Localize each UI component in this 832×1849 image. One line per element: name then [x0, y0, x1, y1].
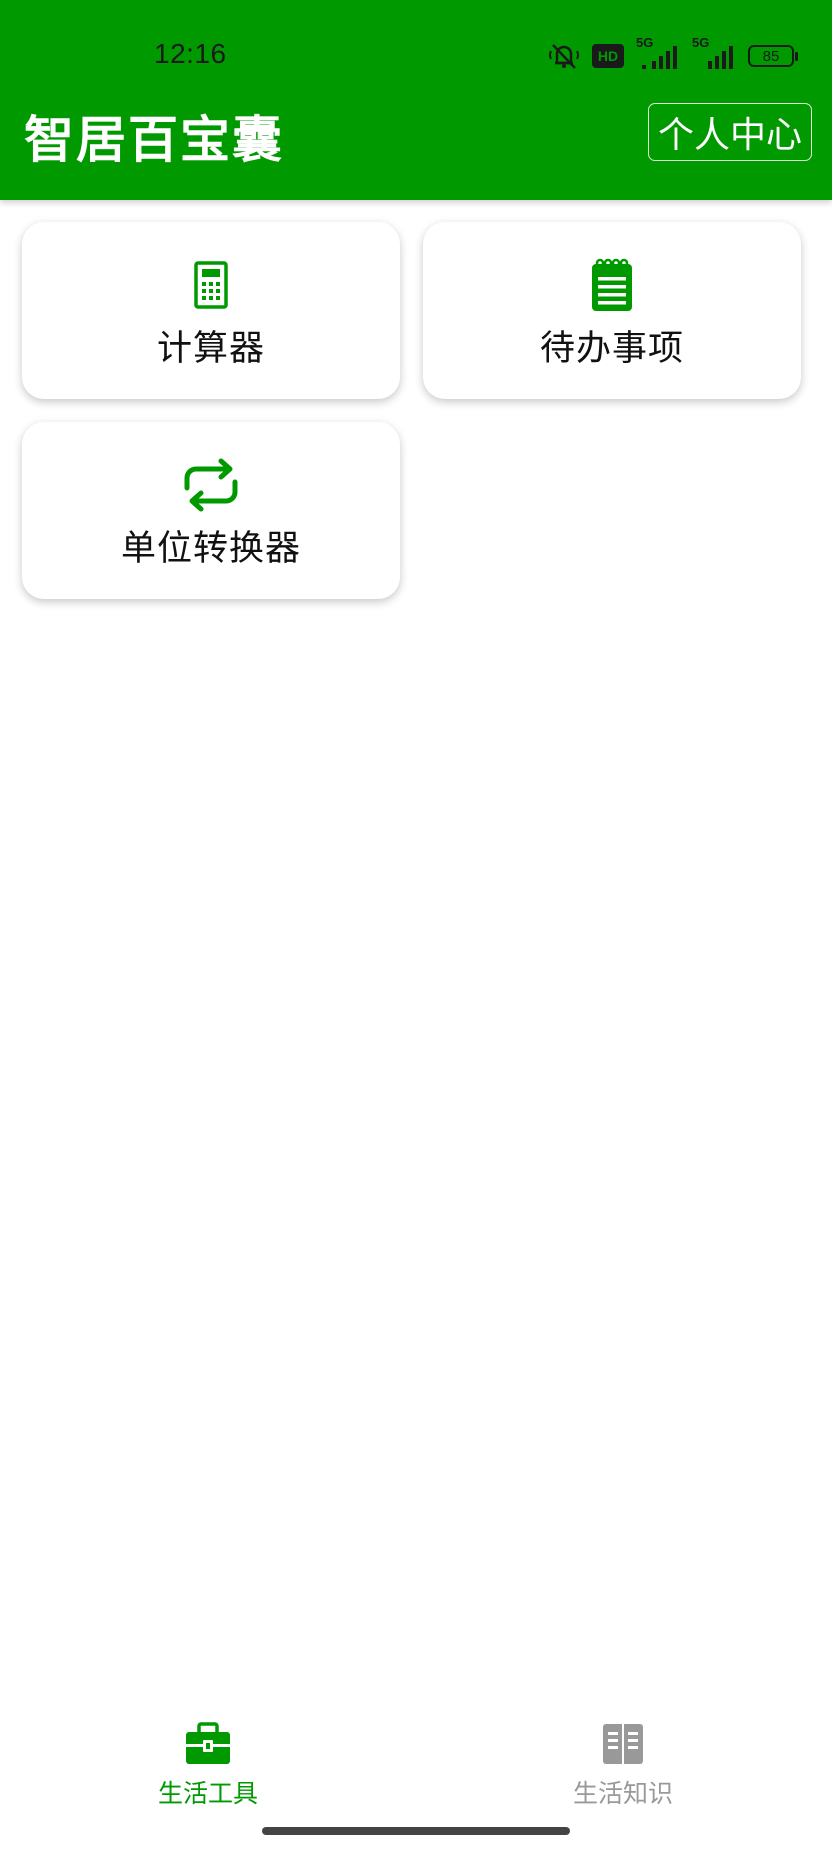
todo-card[interactable]: 待办事项	[423, 222, 801, 399]
notepad-icon	[591, 258, 633, 312]
status-time: 12:16	[154, 38, 227, 69]
nav-item-life-tools[interactable]: 生活工具	[108, 1722, 308, 1810]
todo-label: 待办事项	[539, 329, 684, 369]
signal-5g-icon: 5G	[692, 35, 736, 71]
nav-item-life-knowledge[interactable]: 生活知识	[523, 1722, 723, 1810]
nav-label-life-knowledge: 生活知识	[572, 1779, 673, 1808]
hd-badge: HD	[592, 44, 624, 68]
repeat-arrows-icon	[183, 458, 239, 512]
unit-converter-card[interactable]: 单位转换器	[22, 422, 400, 599]
calculator-icon	[194, 258, 228, 312]
toolbox-icon	[185, 1722, 231, 1770]
nav-label-life-tools: 生活工具	[157, 1779, 258, 1808]
home-indicator[interactable]	[262, 1827, 570, 1835]
battery-icon: 85	[748, 45, 798, 67]
app-title: 智居百宝囊	[24, 111, 284, 169]
battery-level: 85	[762, 47, 780, 65]
profile-center-button[interactable]: 个人中心	[648, 103, 812, 161]
unit-converter-label: 单位转换器	[120, 529, 301, 569]
mute-bell-icon	[548, 41, 580, 71]
hd-label: HD	[597, 48, 619, 64]
calculator-label: 计算器	[156, 329, 265, 369]
calculator-card[interactable]: 计算器	[22, 222, 400, 399]
app-header: 12:16 HD 5G 5G 85 智居百宝囊 个人中心	[0, 0, 832, 200]
signal-5g-icon: 5G	[636, 35, 680, 71]
book-icon	[602, 1722, 644, 1770]
status-icons: HD 5G 5G 85	[548, 35, 798, 72]
